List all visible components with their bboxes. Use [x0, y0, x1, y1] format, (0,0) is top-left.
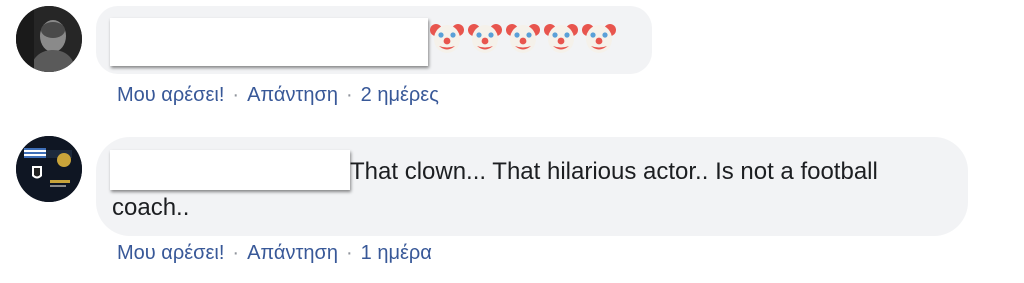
- reply-link[interactable]: Απάντηση: [247, 84, 338, 106]
- clown-face-icon: [506, 24, 540, 53]
- clown-face-icon: [544, 24, 578, 53]
- emoji-row: [430, 18, 616, 56]
- commenter-avatar[interactable]: [16, 6, 82, 72]
- commenter-avatar[interactable]: [16, 136, 82, 202]
- comment-actions: Μου αρέσει! · Απάντηση · 1 ημέρα: [117, 242, 432, 265]
- clown-face-icon: [430, 24, 464, 53]
- reply-link[interactable]: Απάντηση: [247, 242, 338, 264]
- timestamp-link[interactable]: 2 ημέρες: [361, 84, 439, 106]
- redacted-commenter-name: [110, 18, 428, 66]
- separator: ·: [346, 84, 353, 106]
- timestamp-link[interactable]: 1 ημέρα: [361, 242, 432, 264]
- comment-actions: Μου αρέσει! · Απάντηση · 2 ημέρες: [117, 84, 439, 107]
- separator: ·: [232, 84, 240, 106]
- separator: ·: [232, 242, 240, 264]
- clown-face-icon: [468, 24, 502, 53]
- redacted-commenter-name: [110, 150, 350, 190]
- like-link[interactable]: Μου αρέσει!: [117, 242, 224, 264]
- separator: ·: [346, 242, 353, 264]
- clown-face-icon: [582, 24, 616, 53]
- like-link[interactable]: Μου αρέσει!: [117, 84, 224, 106]
